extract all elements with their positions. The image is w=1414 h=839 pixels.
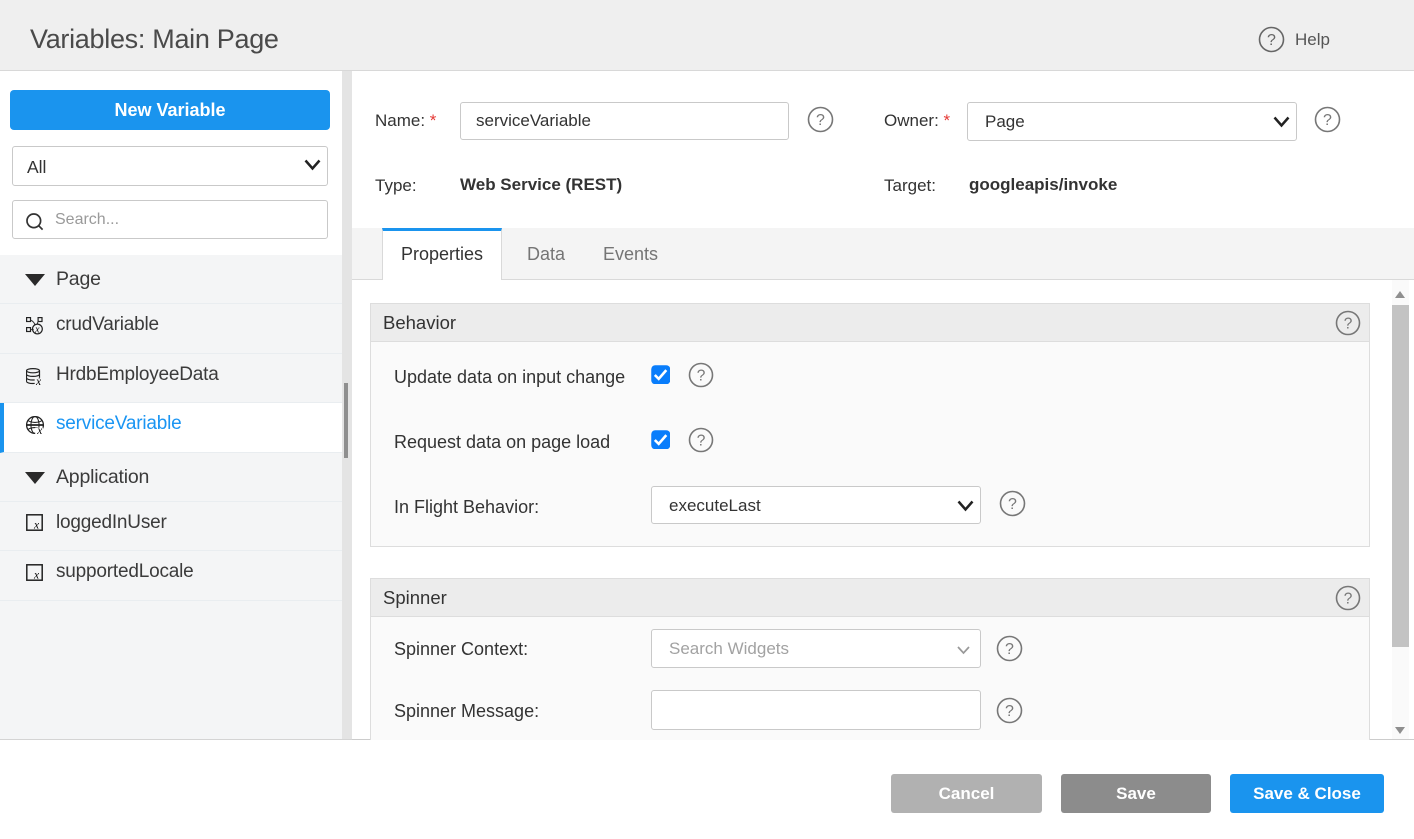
svg-text:?: ? (1344, 591, 1353, 608)
svg-text:?: ? (1344, 316, 1353, 333)
svg-text:?: ? (697, 433, 706, 450)
svg-text:x: x (33, 520, 40, 531)
svg-text:?: ? (1005, 641, 1014, 658)
svg-text:?: ? (1008, 496, 1017, 513)
svg-text:x: x (34, 325, 40, 336)
svg-text:?: ? (1005, 703, 1014, 720)
svg-text:x: x (35, 376, 42, 385)
svg-text:?: ? (697, 368, 706, 385)
svg-text:x: x (33, 569, 40, 580)
svg-text:x: x (36, 425, 43, 435)
svg-text:?: ? (1267, 32, 1276, 49)
svg-text:?: ? (1323, 112, 1332, 129)
svg-text:?: ? (816, 112, 825, 129)
